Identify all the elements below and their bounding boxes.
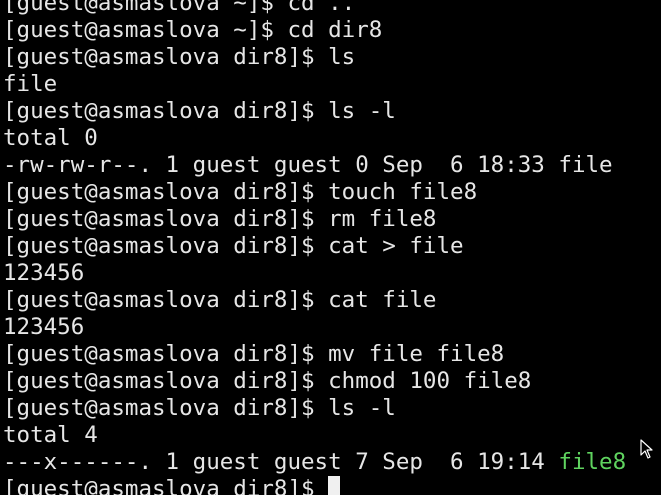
mouse-pointer-icon	[640, 439, 653, 459]
terminal-line-partial: [guest@asmaslova ~]$ cd ..	[3, 0, 356, 16]
terminal-line: [guest@asmaslova dir8]$ touch file8	[3, 179, 478, 205]
listing-permissions-text: ---x------. 1 guest guest 7 Sep 6 19:14	[3, 449, 559, 475]
terminal-line: [guest@asmaslova dir8]$ ls	[3, 44, 356, 70]
terminal-line: -rw-rw-r--. 1 guest guest 0 Sep 6 18:33 …	[3, 152, 613, 178]
terminal-line: 123456	[3, 260, 85, 286]
listing-filename: file8	[558, 449, 627, 475]
terminal-window[interactable]: [guest@asmaslova ~]$ cd .. [guest@asmasl…	[0, 0, 661, 495]
terminal-line: [guest@asmaslova dir8]$ mv file file8	[3, 341, 505, 367]
terminal-line: [guest@asmaslova dir8]$ chmod 100 file8	[3, 368, 532, 394]
terminal-prompt-line[interactable]: [guest@asmaslova dir8]$	[3, 476, 658, 495]
terminal-line: total 4	[3, 422, 98, 448]
terminal-line: [guest@asmaslova ~]$ cd dir8	[3, 17, 383, 43]
terminal-line-listing: ---x------. 1 guest guest 7 Sep 6 19:14 …	[3, 449, 658, 476]
terminal-line: [guest@asmaslova dir8]$ cat file	[3, 287, 437, 313]
terminal-line: [guest@asmaslova dir8]$ ls -l	[3, 98, 396, 124]
terminal-output: [guest@asmaslova ~]$ cd .. [guest@asmasl…	[3, 0, 658, 495]
terminal-line: file	[3, 71, 58, 97]
terminal-line: [guest@asmaslova dir8]$ ls -l	[3, 395, 396, 421]
terminal-line: [guest@asmaslova dir8]$ cat > file	[3, 233, 464, 259]
text-cursor	[328, 476, 341, 495]
prompt-text: [guest@asmaslova dir8]$	[3, 476, 329, 495]
terminal-line: [guest@asmaslova dir8]$ rm file8	[3, 206, 437, 232]
terminal-line: 123456	[3, 314, 85, 340]
terminal-line: total 0	[3, 125, 98, 151]
